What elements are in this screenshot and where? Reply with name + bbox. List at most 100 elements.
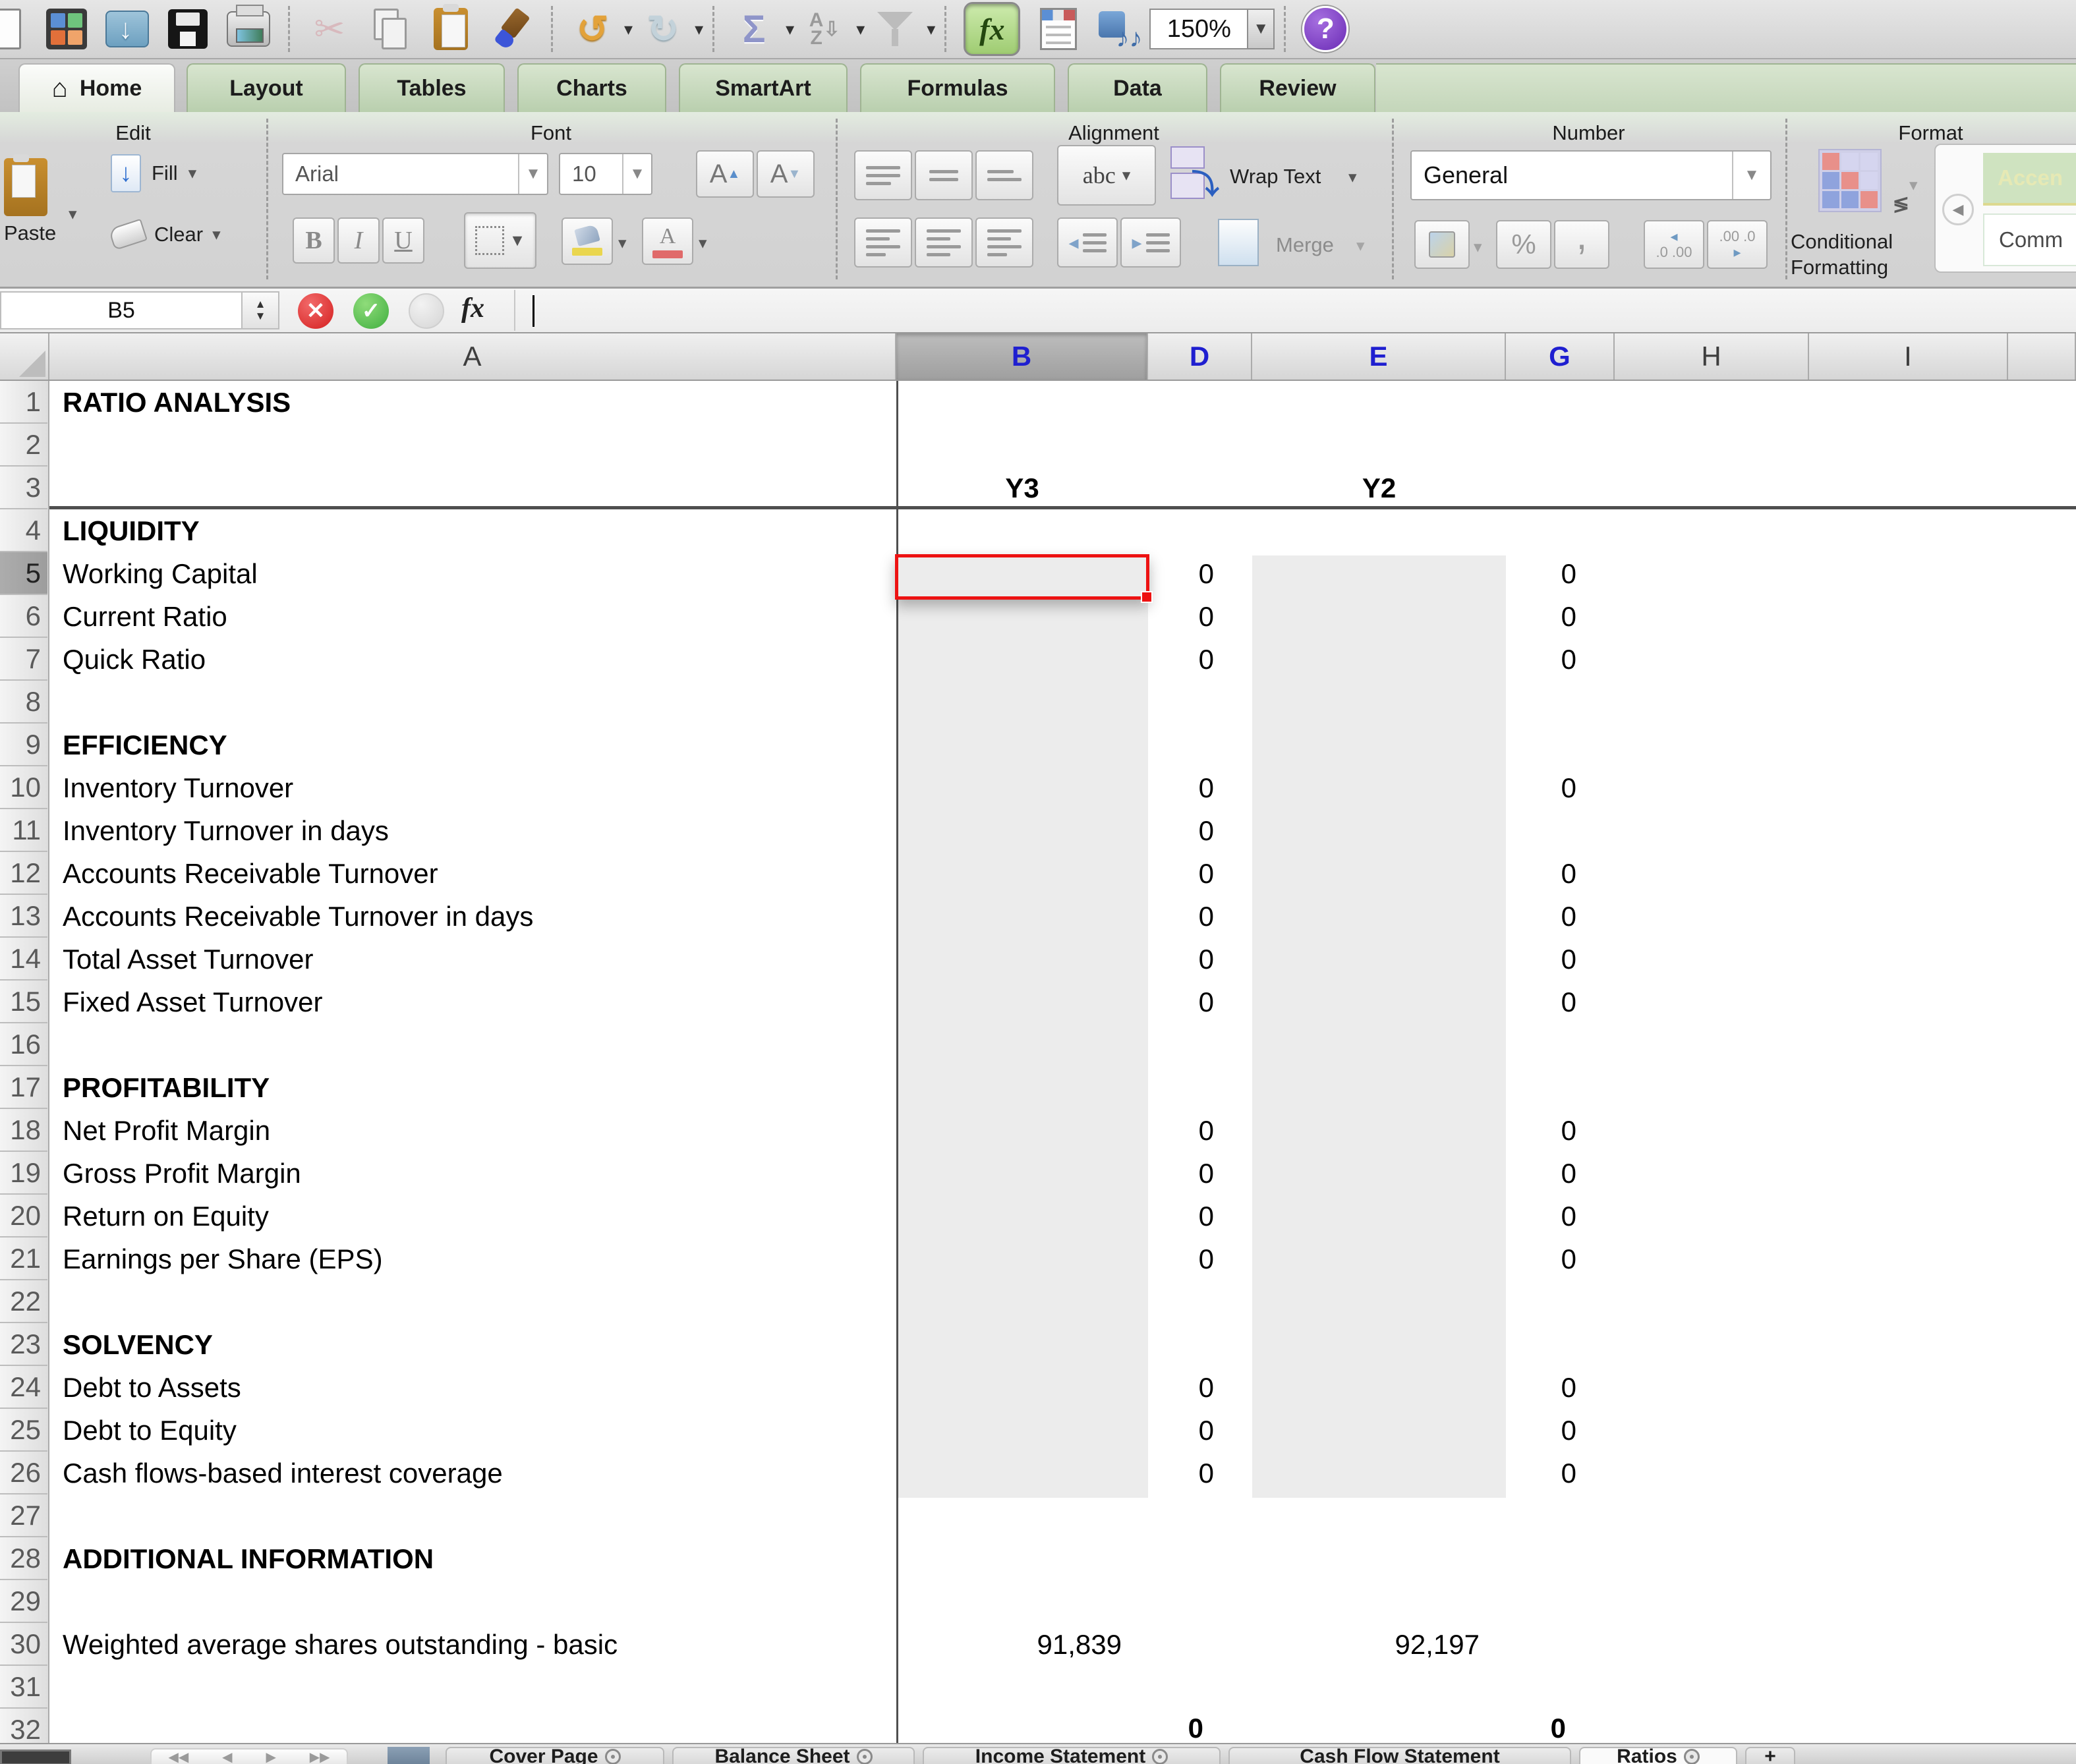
style-accent-swatch[interactable]: Accen xyxy=(1983,153,2076,206)
cell-A14[interactable]: Total Asset Turnover xyxy=(49,938,896,981)
row-header-27[interactable]: 27 xyxy=(0,1494,47,1537)
cell-A19[interactable]: Gross Profit Margin xyxy=(49,1152,896,1195)
filter-icon[interactable] xyxy=(871,5,919,53)
cell-D21[interactable]: 0 xyxy=(1148,1238,1252,1280)
cell-D13[interactable]: 0 xyxy=(1148,895,1252,938)
font-color-button[interactable]: A xyxy=(642,217,693,265)
fill-handle[interactable] xyxy=(1141,591,1153,603)
conditional-formatting-dropdown-icon[interactable]: ▾ xyxy=(1909,175,1918,195)
print-icon[interactable] xyxy=(224,5,273,53)
merge-label[interactable]: Merge xyxy=(1276,233,1334,257)
cell-A6[interactable]: Current Ratio xyxy=(49,595,896,638)
cell-A10[interactable]: Inventory Turnover xyxy=(49,766,896,809)
cell-A9[interactable]: EFFICIENCY xyxy=(49,724,896,766)
cut-icon[interactable]: ✂ xyxy=(305,5,354,53)
cell-D12[interactable]: 0 xyxy=(1148,852,1252,895)
sheet-tab-cover-page[interactable]: Cover Page xyxy=(446,1747,664,1764)
row-header-20[interactable]: 20 xyxy=(0,1195,47,1238)
cell-G24[interactable]: 0 xyxy=(1506,1366,1615,1409)
font-family-select[interactable]: Arial ▼ xyxy=(282,153,548,195)
cell-A20[interactable]: Return on Equity xyxy=(49,1195,896,1238)
row-header-13[interactable]: 13 xyxy=(0,895,47,938)
cell-A17[interactable]: PROFITABILITY xyxy=(49,1066,896,1109)
cell-G13[interactable]: 0 xyxy=(1506,895,1615,938)
prev-sheet-icon[interactable]: ◀ xyxy=(222,1749,232,1764)
sheet-tab-balance-sheet[interactable]: Balance Sheet xyxy=(672,1747,915,1764)
align-right-button[interactable] xyxy=(975,217,1033,268)
cell-D6[interactable]: 0 xyxy=(1148,595,1252,638)
save-icon[interactable] xyxy=(163,5,212,53)
sort-dropdown-icon[interactable]: ▾ xyxy=(856,19,865,40)
cell-D5[interactable]: 0 xyxy=(1148,552,1252,595)
cell-A26[interactable]: Cash flows-based interest coverage xyxy=(49,1452,896,1494)
row-header-2[interactable]: 2 xyxy=(0,424,47,467)
increase-indent-button[interactable]: ▸ xyxy=(1120,217,1181,268)
cell-G26[interactable]: 0 xyxy=(1506,1452,1615,1494)
cell-G25[interactable]: 0 xyxy=(1506,1409,1615,1452)
template-gallery-icon[interactable] xyxy=(42,5,91,53)
cell-B3[interactable]: Y3 xyxy=(896,467,1148,509)
decrease-indent-button[interactable]: ◂ xyxy=(1057,217,1118,268)
row-header-19[interactable]: 19 xyxy=(0,1152,47,1195)
cell-D18[interactable]: 0 xyxy=(1148,1109,1252,1152)
orientation-button[interactable]: abc▾ xyxy=(1057,145,1156,206)
formula-input[interactable] xyxy=(521,289,2076,332)
cell-A5[interactable]: Working Capital xyxy=(49,552,896,595)
column-header-G[interactable]: G xyxy=(1506,333,1615,380)
filter-dropdown-icon[interactable]: ▾ xyxy=(927,19,935,40)
enter-button[interactable]: ✓ xyxy=(353,293,389,329)
align-left-button[interactable] xyxy=(854,217,912,268)
font-size-select[interactable]: 10 ▼ xyxy=(559,153,652,195)
font-color-dropdown-icon[interactable]: ▾ xyxy=(699,233,707,253)
open-icon[interactable] xyxy=(103,5,152,53)
row-header-12[interactable]: 12 xyxy=(0,852,47,895)
help-icon[interactable]: ? xyxy=(1301,5,1350,53)
cell-D11[interactable]: 0 xyxy=(1148,809,1252,852)
clear-button[interactable]: Clear ▾ xyxy=(111,223,221,246)
row-header-11[interactable]: 11 xyxy=(0,809,47,852)
row-header-7[interactable]: 7 xyxy=(0,638,47,681)
cell-D10[interactable]: 0 xyxy=(1148,766,1252,809)
cell-G10[interactable]: 0 xyxy=(1506,766,1615,809)
row-header-25[interactable]: 25 xyxy=(0,1409,47,1452)
paste-dropdown-icon[interactable]: ▾ xyxy=(69,204,77,224)
cell-D14[interactable]: 0 xyxy=(1148,938,1252,981)
redo-dropdown-icon[interactable]: ▾ xyxy=(695,19,703,40)
comma-button[interactable]: , xyxy=(1554,220,1609,269)
cell-A30[interactable]: Weighted average shares outstanding - ba… xyxy=(49,1623,896,1666)
cell-A24[interactable]: Debt to Assets xyxy=(49,1366,896,1409)
increase-font-button[interactable]: A▲ xyxy=(696,150,754,198)
tab-charts[interactable]: Charts xyxy=(517,63,666,112)
tab-tables[interactable]: Tables xyxy=(359,63,505,112)
align-middle-button[interactable] xyxy=(915,150,973,200)
autosum-dropdown-icon[interactable]: ▾ xyxy=(786,19,794,40)
first-sheet-icon[interactable]: ◀◀ xyxy=(168,1749,188,1764)
merge-dropdown-icon[interactable]: ▾ xyxy=(1356,236,1365,256)
cell-G14[interactable]: 0 xyxy=(1506,938,1615,981)
cell-E30[interactable]: 92,197 xyxy=(1252,1623,1506,1666)
sort-icon[interactable]: AZ⇩ xyxy=(800,5,849,53)
cell-G32[interactable]: 0 xyxy=(1506,1709,1615,1743)
style-comma-swatch[interactable]: Comm xyxy=(1983,213,2076,266)
align-center-button[interactable] xyxy=(915,217,973,268)
zoom-dropdown-icon[interactable]: ▼ xyxy=(1248,9,1275,49)
select-all-corner[interactable] xyxy=(0,333,49,380)
fill-button[interactable]: ↓ Fill ▾ xyxy=(111,154,196,192)
name-box-stepper[interactable]: ▲▼ xyxy=(243,291,279,329)
row-header-30[interactable]: 30 xyxy=(0,1623,47,1666)
row-header-29[interactable]: 29 xyxy=(0,1580,47,1623)
cell-D26[interactable]: 0 xyxy=(1148,1452,1252,1494)
tab-layout[interactable]: Layout xyxy=(187,63,346,112)
cell-A25[interactable]: Debt to Equity xyxy=(49,1409,896,1452)
cell-A28[interactable]: ADDITIONAL INFORMATION xyxy=(49,1537,896,1580)
row-header-15[interactable]: 15 xyxy=(0,981,47,1023)
wrap-text-label[interactable]: Wrap Text xyxy=(1230,165,1321,188)
column-header-D[interactable]: D xyxy=(1148,333,1252,380)
row-header-1[interactable]: 1 xyxy=(0,381,47,424)
cell-D7[interactable]: 0 xyxy=(1148,638,1252,681)
bold-button[interactable]: B xyxy=(293,217,335,264)
align-top-button[interactable] xyxy=(854,150,912,200)
cell-D32[interactable]: 0 xyxy=(1148,1709,1252,1743)
align-bottom-button[interactable] xyxy=(975,150,1033,200)
underline-button[interactable]: U xyxy=(382,217,424,264)
